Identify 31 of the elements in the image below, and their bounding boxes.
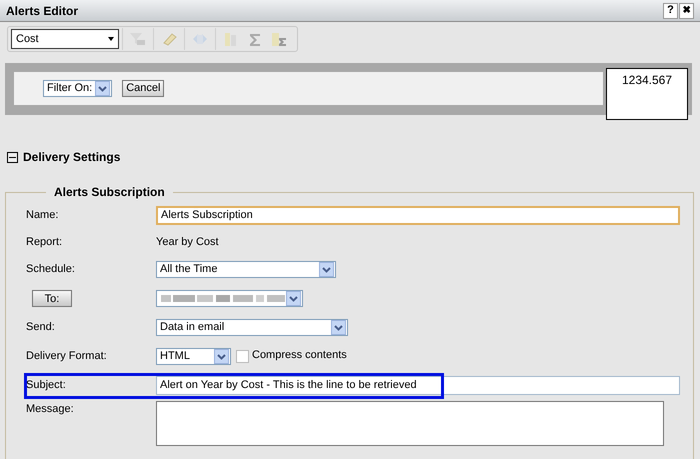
schedule-select[interactable]: All the Time [156, 261, 336, 278]
field-label: Schedule: [26, 262, 75, 278]
field-label: Subject: [26, 378, 66, 394]
fieldset-legend: Alerts Subscription [46, 183, 173, 201]
field-label: Delivery Format: [26, 349, 107, 364]
report-value: Year by Cost [156, 235, 219, 250]
collapse-toggle[interactable] [7, 152, 18, 162]
section-title: Delivery Settings [23, 149, 120, 166]
send-select[interactable]: Data in email [156, 319, 348, 336]
field-label: Send: [26, 320, 55, 336]
measure-select[interactable]: Cost [11, 29, 119, 49]
field-label: Report: [26, 235, 62, 250]
name-field[interactable]: Alerts Subscription [156, 206, 680, 225]
compress-checkbox[interactable] [236, 350, 249, 363]
to-button[interactable]: To: [32, 290, 72, 307]
message-field[interactable] [156, 401, 664, 446]
field-label: Message: [26, 402, 74, 417]
subject-field[interactable]: Alert on Year by Cost - This is the line to be retrieved [156, 376, 680, 395]
cancel-button[interactable]: Cancel [122, 80, 164, 97]
field-label: Name: [26, 208, 58, 224]
close-button[interactable]: ✖ [679, 2, 694, 18]
help-button[interactable]: ? [663, 2, 678, 18]
blurred-text-icon [161, 294, 285, 303]
value-box: 1234.567 [607, 69, 687, 119]
recipient-select[interactable] [156, 290, 303, 307]
checkbox-label: Compress contents [252, 348, 347, 364]
filter-select[interactable]: Filter On: [43, 80, 112, 97]
format-select[interactable]: HTML [156, 348, 231, 365]
column-sum-icon[interactable] [270, 30, 288, 48]
window-title: Alerts Editor [6, 2, 78, 20]
caret-icon [108, 37, 114, 41]
